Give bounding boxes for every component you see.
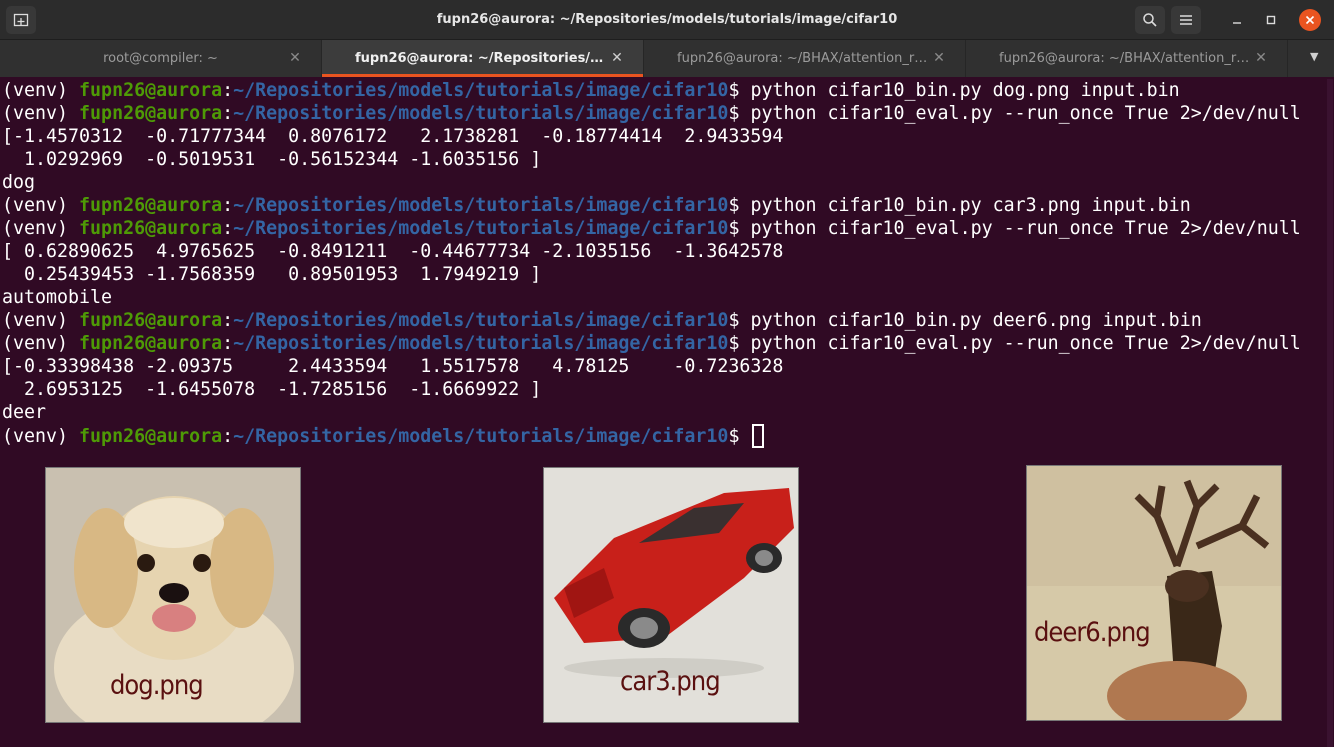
minimize-button[interactable] [1226,9,1248,31]
terminal-output-line: [ 0.62890625 4.9765625 -0.8491211 -0.446… [2,241,784,262]
deer-photo-icon [1027,466,1281,720]
search-button[interactable] [1135,6,1165,34]
prompt-command: $ python cifar10_eval.py --run_once True… [728,333,1301,354]
terminal-prompt-line: (venv) fupn26@aurora:~/Repositories/mode… [2,309,1334,332]
terminal-prompt-line: (venv) fupn26@aurora:~/Repositories/mode… [2,79,1334,102]
window-title: fupn26@aurora: ~/Repositories/models/tut… [436,12,898,27]
terminal-prompt-line: (venv) fupn26@aurora:~/Repositories/mode… [2,194,1334,217]
prompt-path: ~/Repositories/models/tutorials/image/ci… [233,310,729,331]
terminal-cursor [752,424,765,448]
car-image-label: car3.png [620,666,721,697]
title-bar: fupn26@aurora: ~/Repositories/models/tut… [0,0,1334,40]
tab-close-icon[interactable]: ✕ [287,50,303,66]
venv-label: (venv) [2,333,80,354]
tab-close-icon[interactable]: ✕ [931,50,947,66]
prompt-path: ~/Repositories/models/tutorials/image/ci… [233,426,729,447]
prompt-user: fupn26@aurora [79,195,223,216]
terminal-output-line: 0.25439453 -1.7568359 0.89501953 1.79492… [2,264,542,285]
tab-label: fupn26@aurora: ~/BHAX/attention_raising [999,51,1254,66]
prompt-separator: : [222,310,234,331]
terminal-output-line: [-0.33398438 -2.09375 2.4433594 1.551757… [2,356,784,377]
venv-label: (venv) [2,310,80,331]
deer-image-label: deer6.png [1034,617,1151,648]
scrollbar[interactable] [1327,79,1333,747]
tab-close-icon[interactable]: ✕ [609,50,625,66]
terminal-output[interactable]: (venv) fupn26@aurora:~/Repositories/mode… [0,79,1334,448]
prompt-command: $ python cifar10_bin.py dog.png input.bi… [728,80,1180,101]
deer-image [1026,465,1282,721]
maximize-button[interactable] [1260,9,1282,31]
search-icon [1143,13,1157,27]
close-button[interactable] [1299,9,1321,31]
terminal-prompt-line: (venv) fupn26@aurora:~/Repositories/mode… [2,332,1334,355]
venv-label: (venv) [2,195,80,216]
terminal-prompt-line: (venv) fupn26@aurora:~/Repositories/mode… [2,424,1334,448]
prompt-path: ~/Repositories/models/tutorials/image/ci… [233,103,729,124]
menu-button[interactable] [1171,6,1201,34]
venv-label: (venv) [2,103,80,124]
prompt-user: fupn26@aurora [79,103,223,124]
venv-label: (venv) [2,80,80,101]
minimize-icon [1233,22,1241,24]
tab-close-icon[interactable]: ✕ [1253,50,1269,66]
tab-label: root@compiler: ~ [103,51,218,66]
venv-label: (venv) [2,426,80,447]
prompt-separator: : [222,80,234,101]
tab-label: fupn26@aurora: ~/BHAX/attention_raising [677,51,932,66]
prompt-user: fupn26@aurora [79,218,223,239]
close-icon [1305,15,1315,25]
tab-label: fupn26@aurora: ~/Repositories/models/tut… [355,51,610,66]
prompt-separator: : [222,218,234,239]
tab-bhax-1[interactable]: fupn26@aurora: ~/BHAX/attention_raising … [644,40,966,77]
prompt-command: $ python cifar10_bin.py deer6.png input.… [728,310,1202,331]
prompt-path: ~/Repositories/models/tutorials/image/ci… [233,218,729,239]
prompt-user: fupn26@aurora [79,333,223,354]
prompt-command: $ [728,426,751,447]
terminal-prompt-line: (venv) fupn26@aurora:~/Repositories/mode… [2,102,1334,125]
tab-root-compiler[interactable]: root@compiler: ~ ✕ [0,40,322,77]
tab-bhax-2[interactable]: fupn26@aurora: ~/BHAX/attention_raising … [966,40,1288,77]
prompt-path: ~/Repositories/models/tutorials/image/ci… [233,195,729,216]
prompt-user: fupn26@aurora [79,310,223,331]
terminal-output-line: deer [2,402,47,423]
terminal-prompt-line: (venv) fupn26@aurora:~/Repositories/mode… [2,217,1334,240]
tab-bar: root@compiler: ~ ✕ fupn26@aurora: ~/Repo… [0,40,1334,77]
prompt-separator: : [222,333,234,354]
prompt-command: $ python cifar10_eval.py --run_once True… [728,218,1301,239]
terminal-output-line: dog [2,172,36,193]
terminal-output-line: 2.6953125 -1.6455078 -1.7285156 -1.66699… [2,379,542,400]
prompt-user: fupn26@aurora [79,426,223,447]
prompt-separator: : [222,103,234,124]
venv-label: (venv) [2,218,80,239]
prompt-user: fupn26@aurora [79,80,223,101]
hamburger-menu-icon [1180,15,1192,25]
terminal-output-line: 1.0292969 -0.5019531 -0.56152344 -1.6035… [2,149,542,170]
terminal-output-line: [-1.4570312 -0.71777344 0.8076172 2.1738… [2,126,784,147]
tab-list-dropdown-icon[interactable]: ▼ [1310,51,1324,62]
prompt-separator: : [222,426,234,447]
maximize-icon [1266,15,1276,25]
new-tab-button[interactable] [6,6,36,34]
prompt-separator: : [222,195,234,216]
prompt-path: ~/Repositories/models/tutorials/image/ci… [233,80,729,101]
tab-cifar10[interactable]: fupn26@aurora: ~/Repositories/models/tut… [322,40,644,77]
prompt-command: $ python cifar10_bin.py car3.png input.b… [728,195,1191,216]
terminal-output-line: automobile [2,287,113,308]
prompt-command: $ python cifar10_eval.py --run_once True… [728,103,1301,124]
dog-image-label: dog.png [110,670,204,701]
new-tab-icon [13,13,29,27]
prompt-path: ~/Repositories/models/tutorials/image/ci… [233,333,729,354]
